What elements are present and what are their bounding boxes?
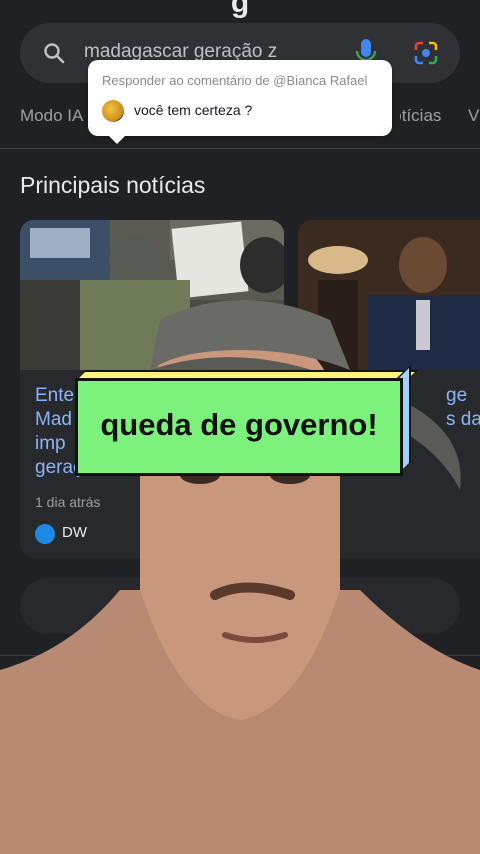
section-title: Principais notícias (20, 172, 206, 198)
divider (0, 148, 480, 149)
reply-to-label: Responder ao comentário de @Bianca Rafae… (102, 73, 368, 88)
reply-comment-sticker[interactable]: Responder ao comentário de @Bianca Rafae… (88, 60, 392, 144)
google-lens-icon[interactable] (413, 40, 439, 66)
commenter-avatar (102, 100, 124, 122)
caption-text: queda de governo! (100, 407, 378, 442)
header-logo-fragment: g (230, 0, 250, 19)
search-icon (44, 43, 65, 64)
bubble-notch (108, 135, 126, 144)
tab-modo-ia[interactable]: Modo IA (20, 106, 83, 126)
tab-more[interactable]: V (468, 106, 479, 126)
caption-box: queda de governo! (75, 378, 403, 476)
comment-text: você tem certeza ? (134, 102, 253, 118)
